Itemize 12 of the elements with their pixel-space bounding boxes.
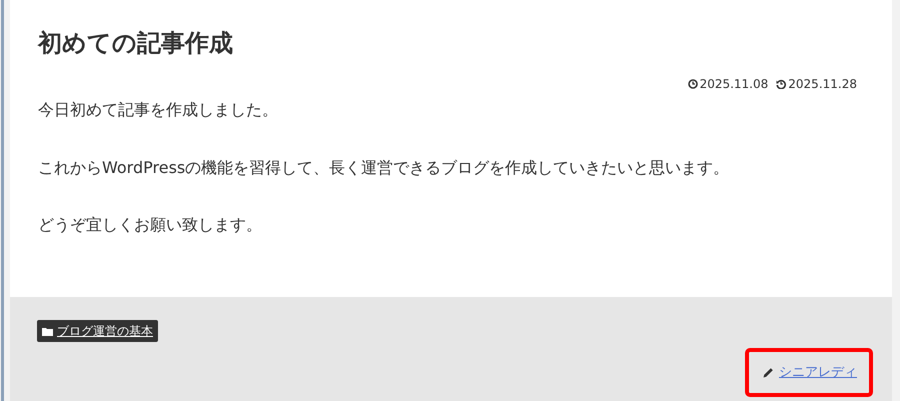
author-link[interactable]: シニアレディ (779, 363, 857, 382)
article-paragraph: 今日初めて記事を作成しました。 (38, 99, 279, 122)
article-paragraph: どうぞ宜しくお願い致します。 (38, 214, 263, 236)
pencil-icon (763, 367, 774, 378)
article-paragraph: これからWordPressの機能を習得して、長く運営できるブログを作成していきたいと思います。 (38, 156, 730, 179)
category-tag[interactable]: ブログ運営の基本 (37, 320, 158, 342)
post-date: 2025.11.28 (788, 76, 857, 94)
article-title: 初めての記事作成 (38, 28, 234, 59)
clock-icon (688, 79, 698, 90)
history-icon (776, 79, 786, 90)
post-date: 2025.11.08 (700, 76, 768, 94)
folder-icon (42, 326, 53, 336)
